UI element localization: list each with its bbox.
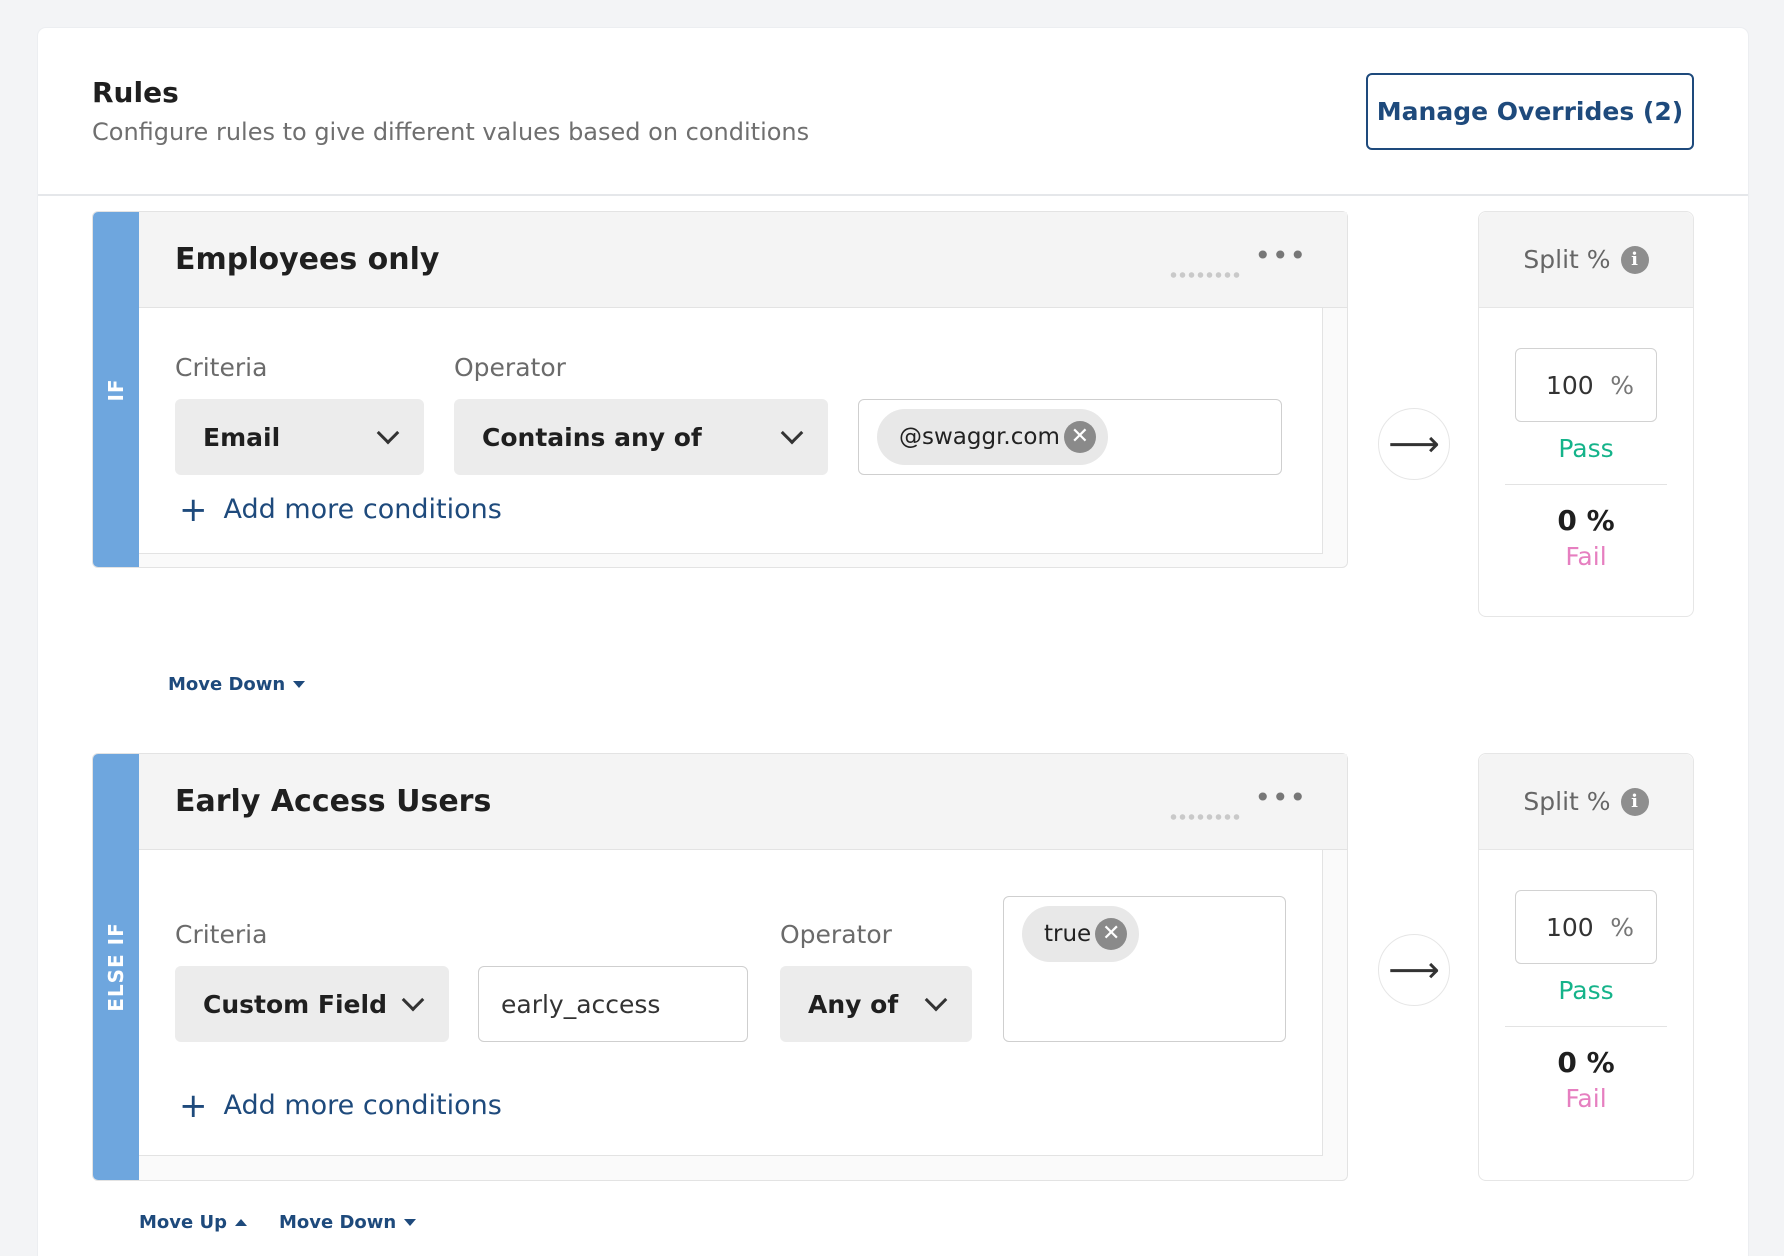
rule-type-label: IF	[104, 377, 128, 402]
fail-percent: 0 %	[1557, 1046, 1615, 1079]
drag-handle-icon[interactable]	[1169, 814, 1241, 820]
split-header: Split % i	[1479, 212, 1693, 308]
split-header-label: Split %	[1523, 787, 1611, 816]
value-tag-label: true	[1044, 921, 1092, 947]
value-tag: @swaggr.com ✕	[877, 409, 1108, 465]
add-more-conditions-button[interactable]: + Add more conditions	[179, 489, 502, 530]
criteria-select-value: Email	[203, 422, 281, 452]
rule-name: Early Access Users	[175, 784, 492, 819]
values-input[interactable]: true ✕	[1003, 896, 1286, 1042]
pass-percent-value: 100	[1546, 913, 1594, 942]
plus-icon: +	[179, 1085, 208, 1126]
add-more-conditions-label: Add more conditions	[223, 1090, 502, 1121]
caret-up-icon	[235, 1219, 247, 1226]
pass-percent-value: 100	[1546, 371, 1594, 400]
criteria-label: Criteria	[175, 353, 268, 382]
fail-percent: 0 %	[1557, 504, 1615, 537]
operator-label: Operator	[780, 920, 892, 949]
move-down-label: Move Down	[168, 674, 286, 695]
split-panel: Split % i 100 % Pass 0 % Fail	[1478, 753, 1694, 1181]
criteria-label: Criteria	[175, 920, 268, 949]
info-icon[interactable]: i	[1620, 787, 1649, 816]
chevron-down-icon	[780, 421, 804, 445]
remove-tag-icon[interactable]: ✕	[1095, 918, 1128, 950]
move-down-button[interactable]: Move Down	[168, 674, 306, 695]
operator-select[interactable]: Any of	[780, 966, 972, 1042]
chevron-down-icon	[924, 988, 948, 1012]
criteria-select[interactable]: Email	[175, 399, 424, 475]
value-tag: true ✕	[1022, 906, 1140, 962]
info-icon[interactable]: i	[1620, 245, 1649, 274]
pass-percent-input[interactable]: 100 %	[1515, 890, 1657, 964]
fail-label: Fail	[1565, 542, 1607, 571]
custom-field-input[interactable]: early_access	[478, 966, 748, 1042]
operator-select-value: Contains any of	[482, 422, 702, 452]
arrow-right-icon: ⟶	[1378, 408, 1450, 480]
rule-type-tab: ELSE IF	[93, 754, 139, 1180]
rule-block-employees: IF Employees only ••• Criteria Operator …	[92, 211, 1348, 568]
percent-unit: %	[1610, 913, 1634, 942]
value-tag-label: @swaggr.com	[899, 424, 1060, 450]
move-down-button[interactable]: Move Down	[279, 1212, 417, 1233]
manage-overrides-button[interactable]: Manage Overrides (2)	[1366, 73, 1694, 150]
move-up-button[interactable]: Move Up	[139, 1212, 247, 1233]
values-input[interactable]: @swaggr.com ✕	[858, 399, 1282, 475]
rule-type-label: ELSE IF	[104, 922, 128, 1012]
pass-percent-input[interactable]: 100 %	[1515, 348, 1657, 422]
rule-conditions: Criteria Operator Email Contains any of …	[139, 308, 1323, 554]
rule-name: Employees only	[175, 242, 440, 277]
fail-label: Fail	[1565, 1084, 1607, 1113]
caret-down-icon	[404, 1219, 417, 1226]
split-divider	[1505, 484, 1667, 485]
drag-handle-icon[interactable]	[1169, 272, 1241, 278]
move-down-label: Move Down	[279, 1212, 397, 1233]
add-more-conditions-button[interactable]: + Add more conditions	[179, 1085, 502, 1126]
rule-header: Employees only •••	[139, 212, 1347, 308]
operator-select-value: Any of	[808, 989, 899, 1019]
chevron-down-icon	[376, 421, 400, 445]
split-header-label: Split %	[1523, 245, 1611, 274]
remove-tag-icon[interactable]: ✕	[1063, 421, 1096, 453]
rules-card: Rules Configure rules to give different …	[38, 28, 1748, 1256]
chevron-down-icon	[401, 988, 425, 1012]
arrow-right-icon: ⟶	[1378, 934, 1450, 1006]
rule-conditions: Criteria Operator Custom Field early_acc…	[139, 850, 1323, 1156]
caret-down-icon	[293, 681, 306, 688]
page-subtitle: Configure rules to give different values…	[92, 118, 810, 146]
operator-select[interactable]: Contains any of	[454, 399, 828, 475]
more-options-icon[interactable]: •••	[1254, 242, 1307, 270]
move-up-label: Move Up	[139, 1212, 227, 1233]
split-header: Split % i	[1479, 754, 1693, 850]
more-options-icon[interactable]: •••	[1254, 784, 1307, 812]
criteria-select[interactable]: Custom Field	[175, 966, 449, 1042]
criteria-select-value: Custom Field	[203, 989, 387, 1019]
page-title: Rules	[92, 76, 179, 109]
pass-label: Pass	[1558, 976, 1614, 1005]
split-panel: Split % i 100 % Pass 0 % Fail	[1478, 211, 1694, 617]
percent-unit: %	[1610, 371, 1634, 400]
pass-label: Pass	[1558, 434, 1614, 463]
split-divider	[1505, 1026, 1667, 1027]
operator-label: Operator	[454, 353, 566, 382]
add-more-conditions-label: Add more conditions	[223, 494, 502, 525]
rule-type-tab: IF	[93, 212, 139, 567]
rule-block-early-access: ELSE IF Early Access Users ••• Criteria …	[92, 753, 1348, 1181]
plus-icon: +	[179, 489, 208, 530]
rules-header: Rules Configure rules to give different …	[38, 28, 1748, 196]
rule-header: Early Access Users •••	[139, 754, 1347, 850]
